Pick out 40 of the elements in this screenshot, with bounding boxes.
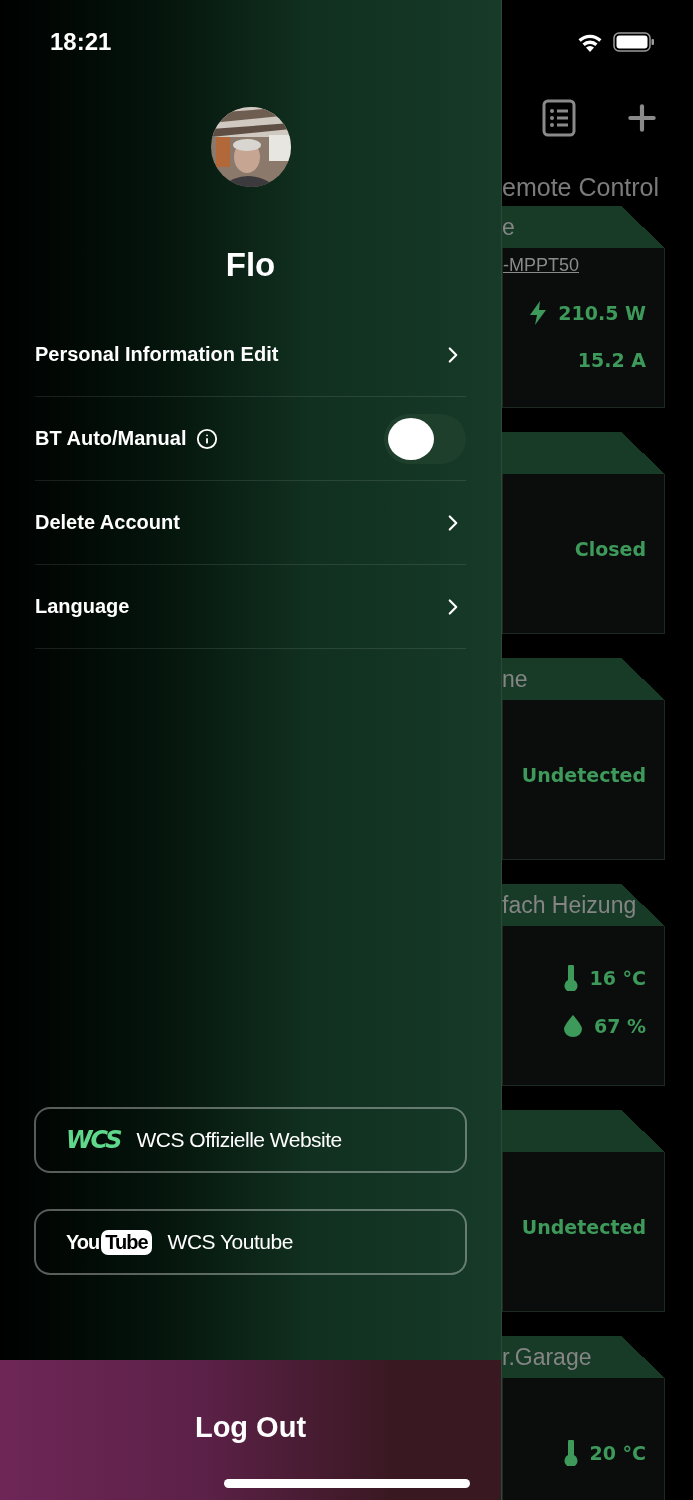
reading-value: 210.5 W xyxy=(558,301,646,324)
wifi-icon xyxy=(577,32,603,52)
drop-icon xyxy=(563,1014,582,1037)
device-card[interactable]: 16 °C 67 % xyxy=(502,926,665,1086)
info-icon[interactable] xyxy=(196,427,219,450)
reading-value: 20 °C xyxy=(589,1441,646,1464)
reading-value: 15.2 A xyxy=(577,348,646,371)
device-card[interactable]: Closed xyxy=(502,474,665,634)
reading-value: Undetected xyxy=(521,763,646,786)
reading-value: Closed xyxy=(574,537,646,560)
user-name: Flo xyxy=(225,245,276,285)
thermometer-icon xyxy=(563,1439,578,1466)
card-title: ne xyxy=(502,665,528,693)
setting-label: BT Auto/Manual xyxy=(35,427,187,450)
thermometer-icon xyxy=(563,964,578,991)
link-button[interactable]: You Tube WCS Youtube xyxy=(34,1209,467,1275)
device-card[interactable]: 20 °C xyxy=(502,1378,665,1500)
card-title: r.Garage xyxy=(502,1343,592,1371)
list-icon[interactable] xyxy=(542,99,576,137)
menu-item[interactable]: Personal Information Edit xyxy=(35,312,466,397)
device-card[interactable]: -MPPT50 210.5 W 15.2 A xyxy=(502,248,665,408)
lightning-icon xyxy=(530,300,547,325)
reading-value: 67 % xyxy=(593,1014,646,1037)
youtube-logo: You Tube xyxy=(66,1229,152,1255)
device-link[interactable]: -MPPT50 xyxy=(503,252,580,278)
device-card[interactable]: Undetected xyxy=(502,1152,665,1312)
card-title: fach Heizung xyxy=(502,891,637,919)
tab[interactable]: emote Control xyxy=(502,170,693,204)
toggle-switch[interactable] xyxy=(384,413,466,464)
status-time: 18:21 xyxy=(50,28,112,56)
reading-value: Undetected xyxy=(521,1215,646,1238)
logout-button[interactable]: Log Out xyxy=(0,1360,501,1500)
device-card[interactable]: Undetected xyxy=(502,700,665,860)
wcs-logo: WCS xyxy=(66,1126,121,1154)
battery-icon xyxy=(613,32,655,52)
reading-value: 16 °C xyxy=(589,966,646,989)
card-title: e xyxy=(502,213,515,241)
menu-item[interactable]: Language xyxy=(35,564,466,649)
menu-item[interactable]: Delete Account xyxy=(35,480,466,565)
link-button[interactable]: WCS WCS Offizielle Website xyxy=(34,1107,467,1173)
